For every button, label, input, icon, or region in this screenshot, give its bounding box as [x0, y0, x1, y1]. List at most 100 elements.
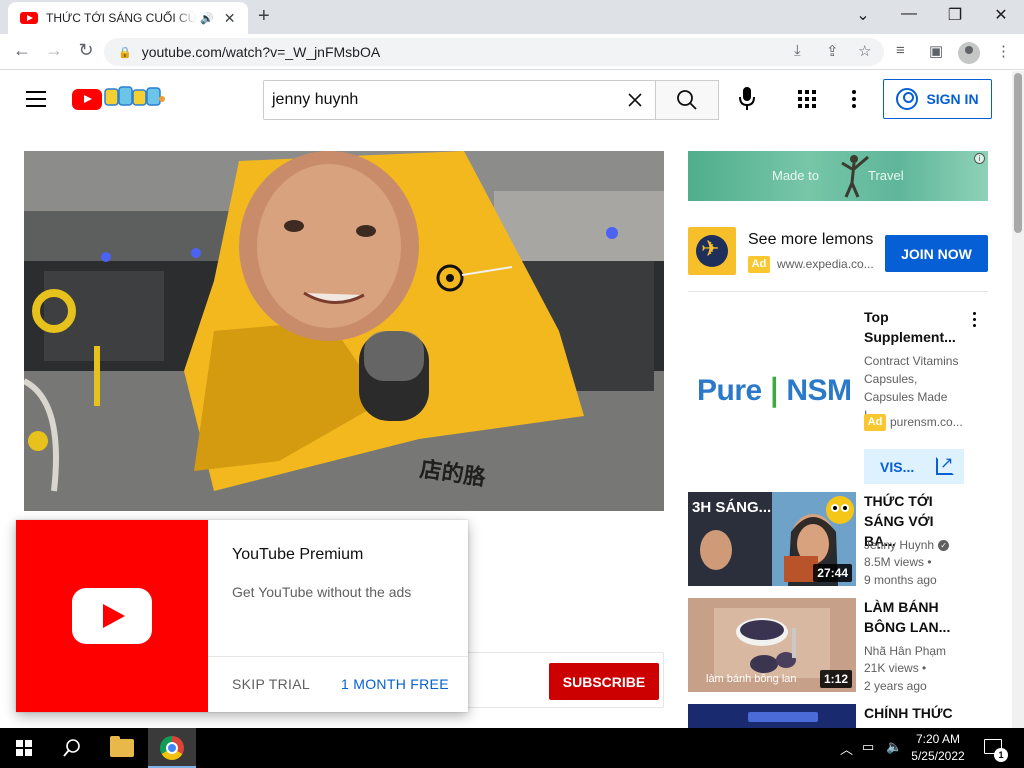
banner-ad-text-right: Travel [868, 168, 904, 183]
browser-tab[interactable]: THỨC TỚI SÁNG CUỐI CÙNG 🔊 ✕ [8, 2, 248, 34]
thumbnail-banner [748, 712, 818, 722]
supplement-ad-url[interactable]: purensm.co... [890, 415, 963, 429]
restore-button[interactable]: ❐ [940, 5, 970, 25]
visit-site-button[interactable]: VIS... [864, 449, 964, 484]
search-input[interactable]: jenny huynh [263, 80, 656, 120]
clock-date: 5/25/2022 [911, 749, 965, 763]
youtube-masthead: jenny huynh SIGN IN [0, 71, 1012, 127]
skip-trial-button[interactable]: SKIP TRIAL [232, 676, 310, 692]
tab-search-chevron-icon[interactable]: ⌄ [848, 5, 878, 25]
video-views: 8.5M views • [864, 555, 932, 569]
chrome-menu-icon[interactable]: ⋮ [996, 42, 1011, 60]
account-icon [896, 88, 919, 110]
open-external-icon [936, 453, 954, 475]
new-tab-button[interactable]: + [258, 5, 270, 28]
hamburger-menu-icon[interactable] [26, 91, 46, 107]
video-title[interactable]: CHÍNH THỨC [864, 703, 964, 728]
youtube-premium-popup: YouTube Premium Get YouTube without the … [16, 520, 468, 712]
purensm-ad-image[interactable]: Pure❘NSM [688, 307, 856, 475]
back-button[interactable]: ← [10, 40, 34, 61]
search-icon [677, 90, 697, 110]
video-channel[interactable]: Nhã Hân Phạm [864, 644, 946, 658]
video-views: 21K views • [864, 661, 927, 675]
more-actions-icon[interactable] [973, 312, 977, 330]
youtube-logo[interactable] [72, 89, 102, 110]
verified-check-icon: ✓ [938, 540, 950, 552]
ad-info-icon[interactable]: i [974, 153, 985, 164]
search-query[interactable]: jenny huynh [272, 91, 358, 109]
media-control-icon[interactable]: ≡ [896, 42, 905, 59]
sign-in-button[interactable]: SIGN IN [883, 79, 992, 119]
microphone-icon[interactable] [737, 86, 757, 112]
visit-label: VIS... [880, 458, 915, 475]
clock-time: 7:20 AM [915, 732, 961, 746]
url-text[interactable]: youtube.com/watch?v=_W_jnFMsbOA [142, 44, 381, 60]
forward-button[interactable]: → [42, 40, 66, 61]
volume-icon[interactable]: 🔈 [886, 739, 902, 755]
premium-description: Get YouTube without the ads [232, 584, 412, 600]
youtube-doodle-logo[interactable] [104, 85, 166, 109]
browser-toolbar: ← → ↻ 🔒 youtube.com/watch?v=_W_jnFMsbOA … [0, 34, 1024, 70]
purensm-logo: Pure❘NSM [697, 374, 852, 407]
premium-art [16, 520, 208, 712]
video-thumbnail[interactable]: làm bánh bông lan 1:12 [688, 598, 856, 692]
supplement-ad-title[interactable]: Top Supplement... [864, 307, 956, 347]
sidebar-divider [688, 291, 988, 292]
address-bar[interactable]: 🔒 youtube.com/watch?v=_W_jnFMsbOA ⤓ ⇪ ☆ [104, 38, 884, 66]
taskbar-clock[interactable]: 7:20 AM 5/25/2022 [906, 731, 970, 765]
page-scrollbar-thumb[interactable] [1014, 73, 1022, 233]
close-tab-icon[interactable]: ✕ [224, 10, 236, 27]
video-duration: 1:12 [819, 670, 852, 688]
chrome-icon[interactable] [160, 736, 184, 760]
banner-ad[interactable]: Made to Travel i [688, 151, 988, 201]
side-panel-icon[interactable]: ▣ [929, 42, 943, 60]
bookmark-star-icon[interactable]: ☆ [858, 42, 871, 60]
premium-title: YouTube Premium [232, 546, 364, 563]
file-explorer-icon[interactable] [110, 736, 134, 757]
svg-text:làm bánh bông lan: làm bánh bông lan [706, 673, 797, 685]
lock-icon[interactable]: 🔒 [118, 46, 132, 59]
expedia-ad-title[interactable]: See more lemons [748, 231, 873, 249]
video-title[interactable]: LÀM BÁNH BÔNG LAN... [864, 597, 964, 637]
page-scrollbar[interactable] [1012, 71, 1024, 728]
join-now-button[interactable]: JOIN NOW [885, 235, 988, 272]
show-hidden-icons-chevron-icon[interactable]: ︿ [840, 739, 853, 758]
video-channel[interactable]: Jenny Huynh ✓ [864, 538, 950, 552]
banner-ad-text-left: Made to [772, 168, 819, 183]
video-frame: 店的胳 [24, 151, 664, 511]
youtube-play-logo-icon [72, 588, 152, 644]
one-month-free-button[interactable]: 1 MONTH FREE [341, 676, 449, 692]
profile-avatar[interactable] [958, 42, 980, 64]
subscribe-button[interactable]: SUBSCRIBE [549, 663, 659, 700]
share-icon[interactable]: ⇪ [826, 42, 839, 60]
tab-title: THỨC TỚI SÁNG CUỐI CÙNG [46, 11, 196, 25]
apps-grid-icon[interactable] [798, 90, 816, 108]
premium-divider [208, 656, 468, 657]
browser-tab-strip: THỨC TỚI SÁNG CUỐI CÙNG 🔊 ✕ + ⌄ — ❐ ✕ [0, 0, 1024, 34]
sign-in-label: SIGN IN [926, 91, 979, 107]
video-age: 9 months ago [864, 573, 937, 587]
video-thumbnail[interactable] [688, 704, 856, 728]
expedia-logo[interactable] [688, 227, 736, 275]
network-icon[interactable]: ▭ [862, 739, 874, 755]
search-button[interactable] [656, 80, 719, 120]
windows-start-icon[interactable] [16, 740, 32, 756]
ad-badge: Ad [864, 414, 886, 431]
clear-search-icon[interactable] [625, 90, 645, 110]
close-window-button[interactable]: ✕ [986, 5, 1016, 25]
minimize-button[interactable]: — [894, 5, 924, 23]
windows-taskbar: ︿ ▭ 🔈 7:20 AM 5/25/2022 1 [0, 728, 1024, 768]
install-app-icon[interactable]: ⤓ [794, 42, 801, 59]
video-thumbnail[interactable]: 3H SÁNG... 27:44 [688, 492, 856, 586]
taskbar-search-icon[interactable] [62, 738, 82, 758]
video-player[interactable]: 店的胳 [24, 151, 664, 511]
settings-more-icon[interactable] [852, 90, 856, 111]
speaker-icon[interactable]: 🔊 [200, 12, 214, 25]
ad-badge: Ad [748, 256, 770, 273]
svg-text:3H SÁNG...: 3H SÁNG... [692, 499, 771, 516]
video-age: 2 years ago [864, 679, 927, 693]
video-duration: 27:44 [813, 564, 852, 582]
expedia-ad-url[interactable]: www.expedia.co... [777, 257, 874, 271]
reload-button[interactable]: ↻ [74, 40, 98, 61]
notification-count: 1 [994, 748, 1008, 762]
